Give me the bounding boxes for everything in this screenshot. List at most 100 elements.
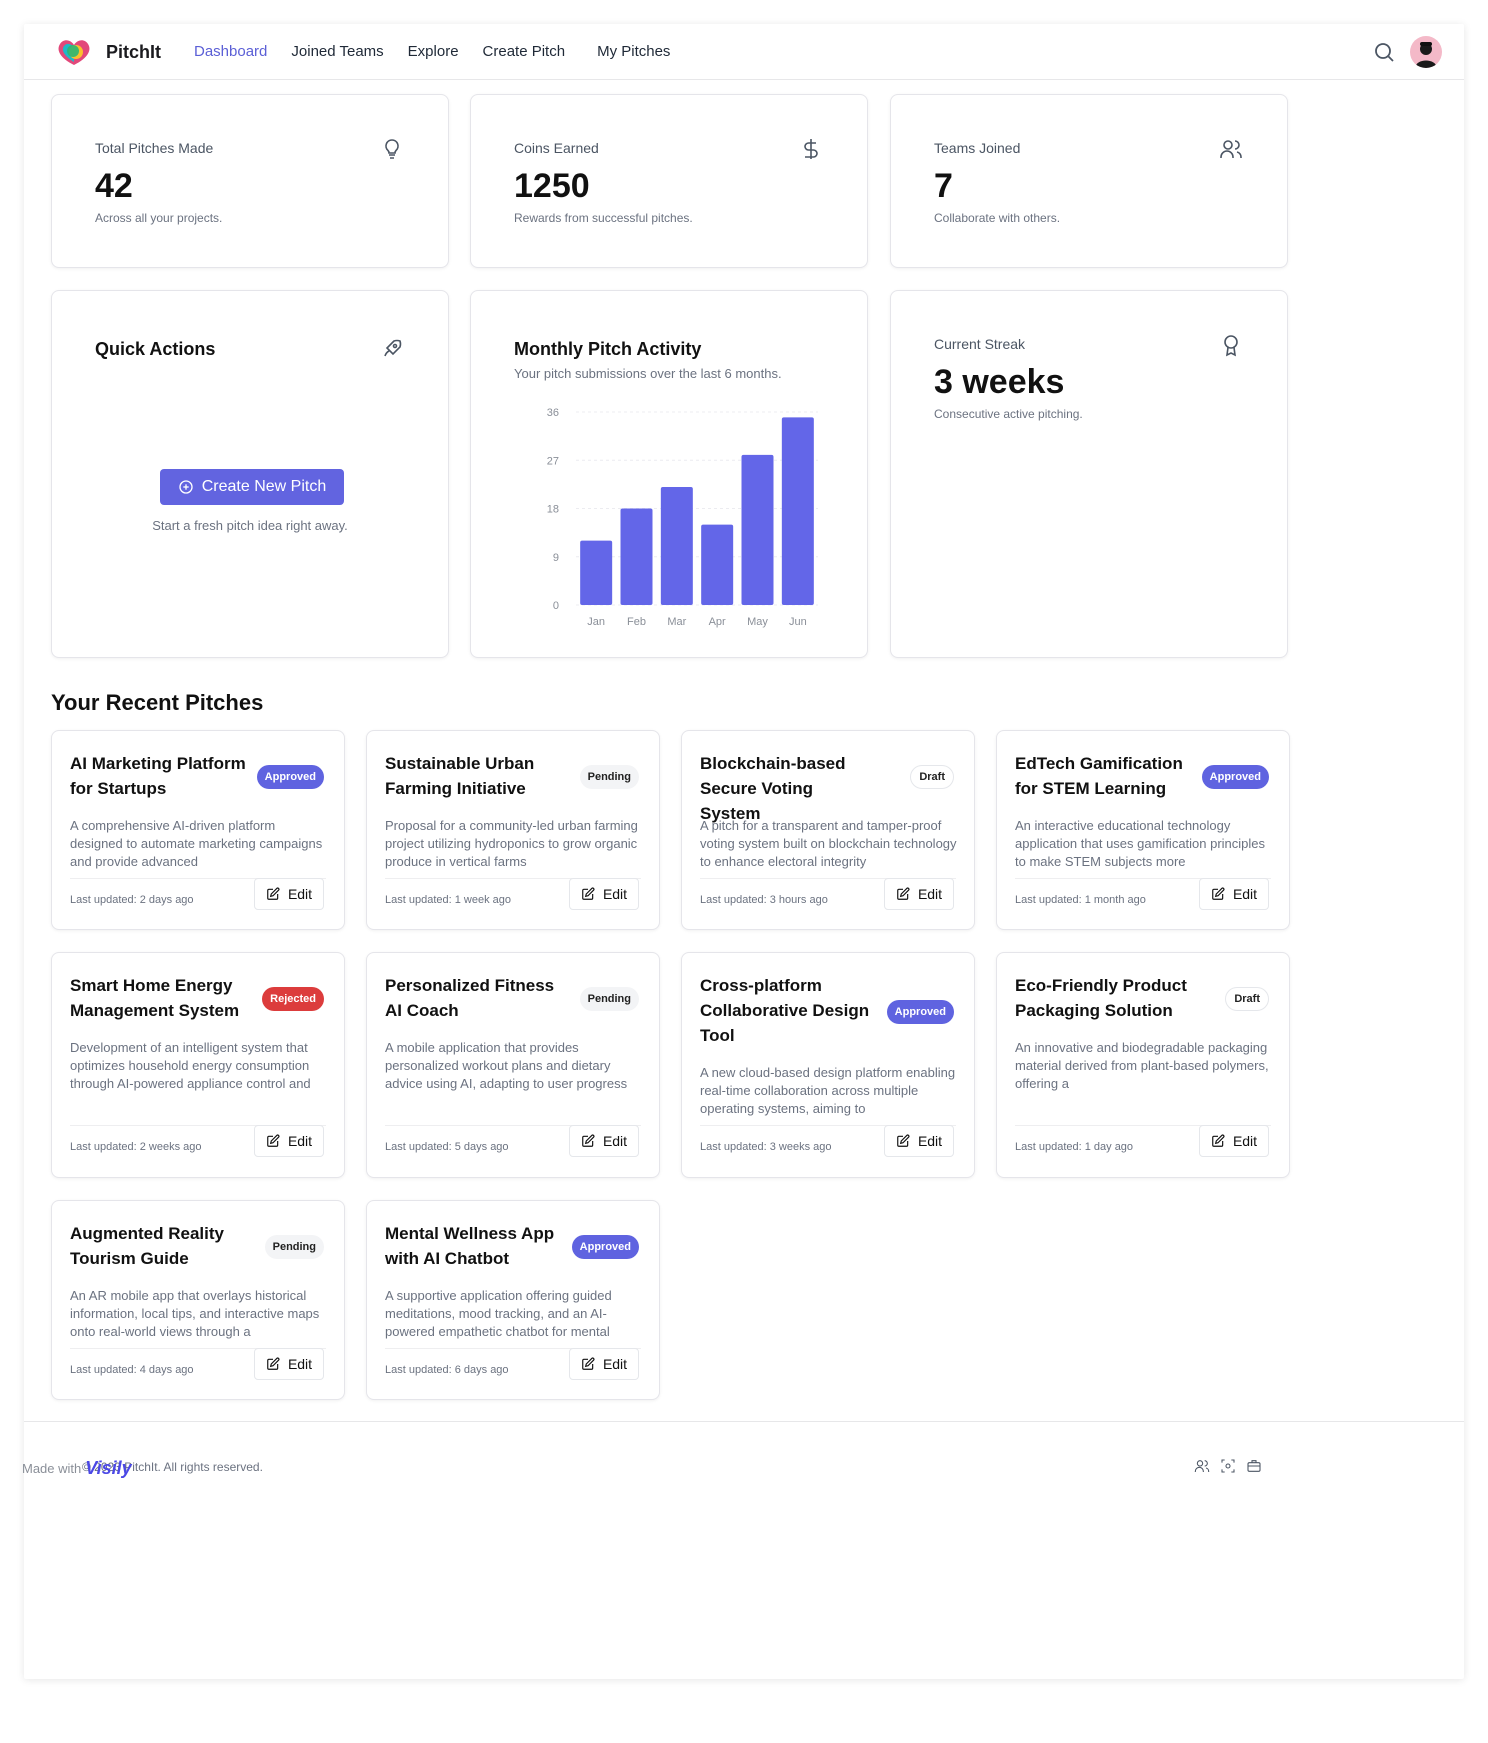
bar-feb[interactable] bbox=[620, 508, 653, 606]
stat-value: 42 bbox=[95, 167, 133, 205]
pitch-card[interactable]: Cross-platform Collaborative Design Tool… bbox=[681, 952, 975, 1178]
edit-label: Edit bbox=[1232, 886, 1258, 902]
last-updated: Last updated: 5 days ago bbox=[385, 1141, 509, 1153]
edit-button[interactable]: Edit bbox=[254, 1348, 324, 1380]
edit-icon bbox=[1212, 1134, 1225, 1147]
brand-name[interactable]: PitchIt bbox=[106, 42, 161, 63]
pitch-card[interactable]: Eco-Friendly Product Packaging Solution D… bbox=[996, 952, 1290, 1178]
pitch-title[interactable]: Cross-platform Collaborative Design Tool bbox=[700, 973, 878, 1048]
pitch-card[interactable]: Augmented Reality Tourism Guide Pending An… bbox=[51, 1200, 345, 1400]
pitch-description: A comprehensive AI-driven platform desig… bbox=[70, 818, 323, 869]
edit-button[interactable]: Edit bbox=[1199, 1125, 1269, 1157]
nav-joined-teams[interactable]: Joined Teams bbox=[291, 43, 383, 60]
lightbulb-icon bbox=[385, 139, 399, 159]
pitch-title[interactable]: Augmented Reality Tourism Guide bbox=[70, 1221, 248, 1271]
pitch-title[interactable]: AI Marketing Platform for Startups bbox=[70, 751, 248, 801]
y-tick-label: 0 bbox=[553, 600, 559, 612]
scan-icon[interactable] bbox=[1220, 1458, 1236, 1474]
bar-apr[interactable] bbox=[701, 524, 734, 605]
made-with-text: Made with bbox=[22, 1461, 82, 1476]
create-new-pitch-button[interactable]: Create New Pitch bbox=[160, 469, 344, 505]
pitch-description: Proposal for a community-led urban farmi… bbox=[385, 818, 638, 869]
edit-button[interactable]: Edit bbox=[569, 1348, 639, 1380]
nav-my-pitches[interactable]: My Pitches bbox=[597, 43, 670, 60]
edit-label: Edit bbox=[917, 886, 943, 902]
edit-icon bbox=[267, 1357, 280, 1370]
bar-may[interactable] bbox=[741, 454, 774, 605]
edit-icon bbox=[582, 1134, 595, 1147]
last-updated: Last updated: 2 days ago bbox=[70, 894, 194, 906]
bar-jun[interactable] bbox=[781, 417, 814, 605]
stat-value: 7 bbox=[934, 167, 953, 205]
edit-button[interactable]: Edit bbox=[1199, 878, 1269, 910]
last-updated: Last updated: 3 hours ago bbox=[700, 894, 828, 906]
pitch-title[interactable]: Mental Wellness App with AI Chatbot bbox=[385, 1221, 563, 1271]
edit-icon bbox=[897, 887, 910, 900]
edit-icon bbox=[582, 887, 595, 900]
briefcase-icon[interactable] bbox=[1246, 1458, 1262, 1474]
pitch-card[interactable]: AI Marketing Platform for Startups Approv… bbox=[51, 730, 345, 930]
edit-button[interactable]: Edit bbox=[569, 1125, 639, 1157]
last-updated: Last updated: 1 week ago bbox=[385, 894, 511, 906]
made-with-visily[interactable]: Made with Visily bbox=[22, 1458, 132, 1479]
rocket-icon bbox=[384, 339, 402, 357]
search-icon[interactable] bbox=[1372, 40, 1396, 64]
bar-jan[interactable] bbox=[580, 540, 613, 605]
nav-dashboard[interactable]: Dashboard bbox=[194, 43, 267, 60]
bar-mar[interactable] bbox=[660, 487, 693, 605]
pitchit-logo-icon[interactable] bbox=[54, 36, 94, 68]
app-frame: PitchIt Dashboard Joined Teams Explore C… bbox=[24, 24, 1464, 1679]
pitch-card[interactable]: EdTech Gamification for STEM Learning App… bbox=[996, 730, 1290, 930]
edit-label: Edit bbox=[602, 886, 628, 902]
last-updated: Last updated: 6 days ago bbox=[385, 1364, 509, 1376]
edit-button[interactable]: Edit bbox=[569, 878, 639, 910]
edit-icon bbox=[897, 1134, 910, 1147]
edit-button[interactable]: Edit bbox=[254, 878, 324, 910]
stat-note: Consecutive active pitching. bbox=[934, 407, 1083, 421]
x-tick-label: Mar bbox=[667, 616, 686, 628]
users-icon[interactable] bbox=[1194, 1458, 1210, 1474]
pitch-title[interactable]: Eco-Friendly Product Packaging Solution bbox=[1015, 973, 1193, 1023]
edit-label: Edit bbox=[602, 1133, 628, 1149]
pitch-card[interactable]: Sustainable Urban Farming Initiative Pend… bbox=[366, 730, 660, 930]
x-tick-label: May bbox=[747, 616, 768, 628]
edit-button[interactable]: Edit bbox=[884, 878, 954, 910]
stat-note: Across all your projects. bbox=[95, 211, 223, 225]
edit-button[interactable]: Edit bbox=[254, 1125, 324, 1157]
stat-label: Coins Earned bbox=[514, 140, 599, 156]
y-tick-label: 9 bbox=[553, 552, 559, 564]
last-updated: Last updated: 4 days ago bbox=[70, 1364, 194, 1376]
pitch-card[interactable]: Blockchain-based Secure Voting System Dra… bbox=[681, 730, 975, 930]
status-badge: Draft bbox=[910, 765, 954, 789]
streak-card: Current Streak 3 weeks Consecutive activ… bbox=[890, 290, 1288, 658]
streak-value: 3 weeks bbox=[934, 363, 1065, 401]
last-updated: Last updated: 1 day ago bbox=[1015, 1141, 1134, 1153]
stat-value: 1250 bbox=[514, 167, 590, 205]
pitch-title[interactable]: Smart Home Energy Management System bbox=[70, 973, 248, 1023]
pitch-description: A supportive application offering guided… bbox=[385, 1288, 612, 1339]
user-avatar[interactable] bbox=[1410, 36, 1442, 68]
nav-explore[interactable]: Explore bbox=[408, 43, 459, 60]
plus-circle-icon bbox=[179, 480, 193, 494]
edit-button[interactable]: Edit bbox=[884, 1125, 954, 1157]
pitch-title[interactable]: Blockchain-based Secure Voting System bbox=[700, 751, 878, 826]
edit-label: Edit bbox=[287, 886, 313, 902]
pitch-card[interactable]: Mental Wellness App with AI Chatbot Appro… bbox=[366, 1200, 660, 1400]
y-tick-label: 36 bbox=[547, 407, 559, 419]
nav-create-pitch[interactable]: Create Pitch bbox=[483, 43, 566, 60]
pitch-title[interactable]: Sustainable Urban Farming Initiative bbox=[385, 751, 563, 801]
status-badge: Approved bbox=[256, 765, 324, 789]
pitch-title[interactable]: EdTech Gamification for STEM Learning bbox=[1015, 751, 1193, 801]
y-tick-label: 18 bbox=[547, 504, 559, 516]
last-updated: Last updated: 3 weeks ago bbox=[700, 1141, 832, 1153]
pitch-description: Development of an intelligent system tha… bbox=[70, 1040, 311, 1091]
edit-icon bbox=[267, 887, 280, 900]
pitch-card[interactable]: Personalized Fitness AI Coach Pending A mo… bbox=[366, 952, 660, 1178]
pitch-title[interactable]: Personalized Fitness AI Coach bbox=[385, 973, 563, 1023]
x-tick-label: Jun bbox=[789, 616, 807, 628]
last-updated: Last updated: 1 month ago bbox=[1015, 894, 1146, 906]
edit-icon bbox=[267, 1134, 280, 1147]
status-badge: Draft bbox=[1225, 987, 1269, 1011]
pitch-description: A mobile application that provides perso… bbox=[385, 1040, 628, 1091]
pitch-card[interactable]: Smart Home Energy Management System Rejec… bbox=[51, 952, 345, 1178]
